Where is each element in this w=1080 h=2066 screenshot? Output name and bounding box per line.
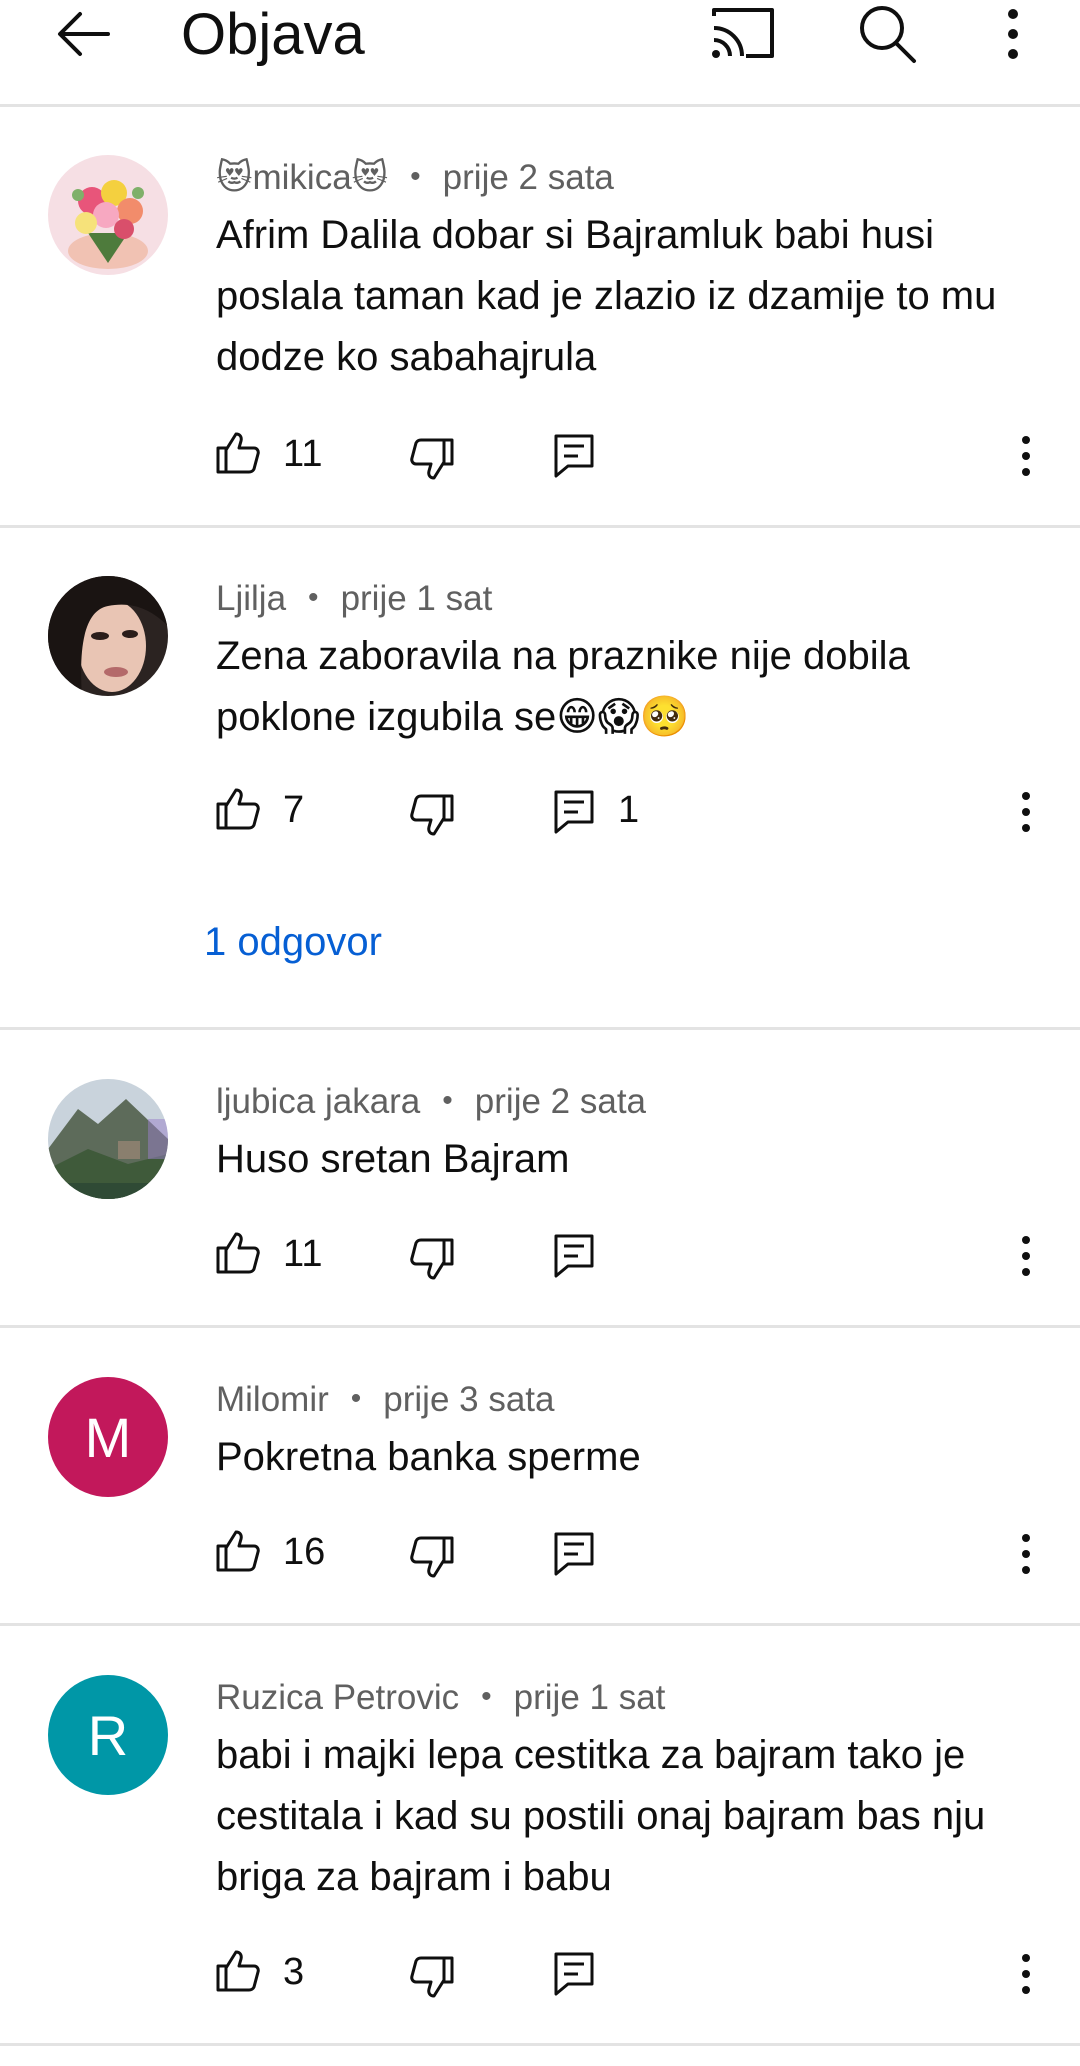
comment-author[interactable]: Milomir	[216, 1380, 329, 1419]
search-icon[interactable]	[856, 0, 920, 66]
more-vert-icon[interactable]	[1012, 1232, 1040, 1280]
comment-item: R Ruzica Petrovic • prije 1 sat babi i maj…	[0, 1623, 1080, 2046]
comment-item: ljubica jakara • prije 2 sata Huso sretan …	[0, 1027, 1080, 1328]
more-vert-icon[interactable]	[1012, 1950, 1040, 1998]
avatar[interactable]: R	[48, 1675, 168, 1795]
comment-time: prije 1 sat	[513, 1678, 666, 1717]
separator-dot: •	[350, 1382, 362, 1415]
comment-author[interactable]: ljubica jakara	[216, 1082, 420, 1121]
thumbs-up-icon[interactable]	[214, 428, 262, 476]
comment-author[interactable]: 😻mikica😻	[216, 158, 388, 197]
more-vert-icon[interactable]	[1012, 788, 1040, 836]
comment-time: prije 3 sata	[383, 1380, 555, 1419]
comment-time: prije 2 sata	[442, 158, 614, 197]
like-count: 16	[283, 1531, 326, 1573]
comment-actions: 7 1	[0, 784, 1080, 844]
thumbs-up-icon[interactable]	[214, 784, 262, 832]
cast-icon[interactable]	[708, 2, 778, 66]
arrow-back-icon[interactable]	[52, 2, 116, 66]
thumbs-up-icon[interactable]	[214, 1946, 262, 1994]
comment-author[interactable]: Ruzica Petrovic	[216, 1678, 459, 1717]
like-count: 3	[283, 1951, 305, 1993]
separator-dot: •	[410, 160, 421, 193]
comment-text: Huso sretan Bajram	[216, 1137, 570, 1181]
comment-meta: ljubica jakara • prije 2 sata	[216, 1080, 646, 1126]
comment-item: 😻mikica😻 • prije 2 sata Afrim Dalila dobar…	[0, 104, 1080, 528]
comment-text: babi i majki lepa cestitka za bajram tak…	[216, 1733, 986, 1899]
thumbs-down-icon[interactable]	[408, 1534, 456, 1582]
separator-dot: •	[481, 1680, 492, 1713]
comment-text: Pokretna banka sperme	[216, 1435, 641, 1479]
comment-actions: 16	[0, 1526, 1080, 1586]
comment-item: Ljilja • prije 1 sat Zena zaboravila na pr…	[0, 525, 1080, 1030]
comment-actions: 11	[0, 428, 1080, 488]
avatar[interactable]	[48, 1079, 168, 1199]
top-app-bar: Objava	[0, 0, 1080, 107]
thumbs-down-icon[interactable]	[408, 1954, 456, 2002]
comment-meta: 😻mikica😻 • prije 2 sata	[216, 156, 614, 202]
comment-meta: Ljilja • prije 1 sat	[216, 577, 492, 623]
reply-icon[interactable]	[552, 432, 596, 480]
avatar[interactable]: M	[48, 1377, 168, 1497]
comment-meta: Ruzica Petrovic • prije 1 sat	[216, 1676, 665, 1722]
thumbs-down-icon[interactable]	[408, 1236, 456, 1284]
view-replies-link[interactable]: 1 odgovor	[204, 920, 382, 965]
thumbs-down-icon[interactable]	[408, 792, 456, 840]
avatar[interactable]	[48, 576, 168, 696]
page-title: Objava	[181, 2, 365, 67]
more-vert-icon[interactable]	[995, 2, 1031, 66]
reply-count: 1	[618, 789, 640, 831]
more-vert-icon[interactable]	[1012, 1530, 1040, 1578]
comment-author[interactable]: Ljilja	[216, 579, 286, 618]
comment-item: M Milomir • prije 3 sata Pokretna banka sp…	[0, 1325, 1080, 1626]
like-count: 11	[283, 1233, 323, 1275]
thumbs-up-icon[interactable]	[214, 1228, 262, 1276]
comment-time: prije 1 sat	[340, 579, 493, 618]
separator-dot: •	[442, 1084, 453, 1117]
comment-text: Afrim Dalila dobar si Bajramluk babi hus…	[216, 213, 997, 379]
comment-meta: Milomir • prije 3 sata	[216, 1378, 555, 1424]
like-count: 7	[283, 789, 305, 831]
reply-icon[interactable]	[552, 788, 596, 836]
thumbs-up-icon[interactable]	[214, 1526, 262, 1574]
reply-icon[interactable]	[552, 1530, 596, 1578]
separator-dot: •	[308, 581, 319, 614]
comment-actions: 3	[0, 1946, 1080, 2006]
comment-text: Zena zaboravila na praznike nije dobila …	[216, 634, 910, 739]
like-count: 11	[283, 433, 323, 475]
thumbs-down-icon[interactable]	[408, 436, 456, 484]
reply-icon[interactable]	[552, 1232, 596, 1280]
comment-actions: 11	[0, 1228, 1080, 1288]
more-vert-icon[interactable]	[1012, 432, 1040, 480]
avatar[interactable]	[48, 155, 168, 275]
comment-time: prije 2 sata	[474, 1082, 647, 1121]
reply-icon[interactable]	[552, 1950, 596, 1998]
